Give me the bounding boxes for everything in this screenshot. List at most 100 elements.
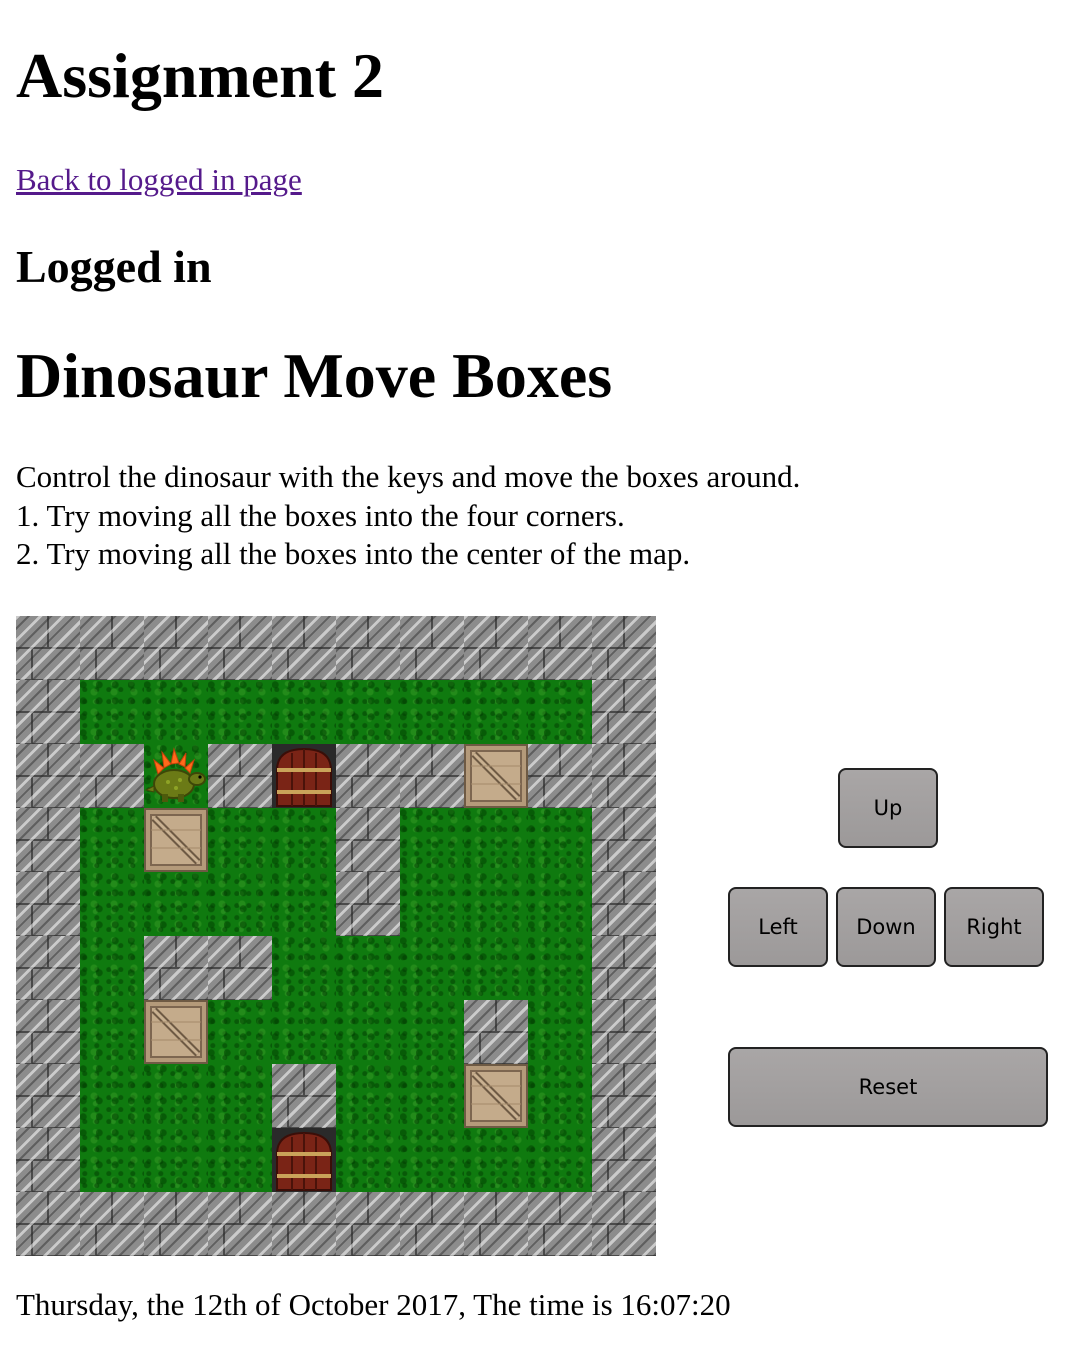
back-to-logged-in-link[interactable]: Back to logged in page — [16, 162, 302, 198]
grass-tile — [80, 1000, 144, 1064]
wall-tile — [144, 1192, 208, 1256]
wall-tile — [80, 616, 144, 680]
grass-tile — [336, 1064, 400, 1128]
grass-tile — [400, 1064, 464, 1128]
grass-tile — [528, 872, 592, 936]
wall-tile — [208, 744, 272, 808]
up-button[interactable]: Up — [838, 768, 938, 848]
wall-tile — [336, 616, 400, 680]
grass-tile — [464, 1128, 528, 1192]
grass-tile — [464, 872, 528, 936]
grass-tile — [400, 808, 464, 872]
wall-tile — [464, 616, 528, 680]
grass-tile — [208, 680, 272, 744]
wooden-box — [144, 1000, 208, 1064]
wall-tile — [16, 1064, 80, 1128]
grass-tile — [208, 808, 272, 872]
grass-tile — [80, 936, 144, 1000]
instruction-line: Control the dinosaur with the keys and m… — [16, 459, 801, 494]
wall-tile — [464, 1000, 528, 1064]
game-board[interactable] — [16, 616, 656, 1256]
wall-tile — [592, 1000, 656, 1064]
grass-tile — [144, 680, 208, 744]
grass-tile — [208, 1064, 272, 1128]
wall-tile — [16, 872, 80, 936]
wall-tile — [16, 808, 80, 872]
wall-tile — [592, 808, 656, 872]
grass-tile — [336, 680, 400, 744]
grass-tile — [80, 680, 144, 744]
right-button[interactable]: Right — [944, 887, 1044, 967]
wall-tile — [80, 1192, 144, 1256]
down-button[interactable]: Down — [836, 887, 936, 967]
wall-tile — [144, 616, 208, 680]
wall-tile — [336, 808, 400, 872]
wall-tile — [592, 680, 656, 744]
wall-tile — [16, 616, 80, 680]
wooden-box — [464, 1064, 528, 1128]
wall-tile — [592, 872, 656, 936]
wall-tile — [16, 1128, 80, 1192]
wall-tile — [464, 1192, 528, 1256]
left-button[interactable]: Left — [728, 887, 828, 967]
wall-tile — [272, 616, 336, 680]
wooden-box — [144, 808, 208, 872]
wall-tile — [528, 1192, 592, 1256]
grass-tile — [272, 680, 336, 744]
grass-tile — [400, 680, 464, 744]
wall-tile — [16, 936, 80, 1000]
wall-tile — [400, 744, 464, 808]
wall-tile — [336, 1192, 400, 1256]
grass-tile — [464, 936, 528, 1000]
game-instructions: Control the dinosaur with the keys and m… — [16, 458, 800, 574]
grass-tile — [336, 936, 400, 1000]
wall-tile — [208, 1192, 272, 1256]
grass-tile — [528, 1000, 592, 1064]
grass-tile — [80, 872, 144, 936]
wall-tile — [592, 1064, 656, 1128]
wall-tile — [528, 744, 592, 808]
wall-tile — [16, 1000, 80, 1064]
grass-tile — [144, 872, 208, 936]
wall-tile — [16, 680, 80, 744]
wall-tile — [80, 744, 144, 808]
wall-tile — [208, 936, 272, 1000]
grass-tile — [336, 1000, 400, 1064]
wall-tile — [592, 1192, 656, 1256]
wall-tile — [336, 872, 400, 936]
grass-tile — [528, 1064, 592, 1128]
door-tile — [272, 744, 336, 808]
instruction-line: 1. Try moving all the boxes into the fou… — [16, 497, 625, 533]
wall-tile — [16, 1192, 80, 1256]
reset-button[interactable]: Reset — [728, 1047, 1048, 1127]
grass-tile — [272, 872, 336, 936]
grass-tile — [272, 936, 336, 1000]
wall-tile — [592, 936, 656, 1000]
grass-tile — [400, 1128, 464, 1192]
grass-tile — [80, 1128, 144, 1192]
grass-tile — [208, 1128, 272, 1192]
grass-tile — [272, 808, 336, 872]
wall-tile — [528, 616, 592, 680]
grass-tile — [400, 1000, 464, 1064]
grass-tile — [528, 680, 592, 744]
logged-in-heading: Logged in — [16, 241, 212, 292]
wall-tile — [592, 1128, 656, 1192]
wall-tile — [592, 616, 656, 680]
grass-tile — [144, 1128, 208, 1192]
wall-tile — [592, 744, 656, 808]
grass-tile — [400, 872, 464, 936]
date-time-text: Thursday, the 12th of October 2017, The … — [16, 1287, 731, 1322]
instruction-line: 2. Try moving all the boxes into the cen… — [16, 536, 691, 571]
wall-tile — [336, 744, 400, 808]
wall-tile — [208, 616, 272, 680]
grass-tile — [336, 1128, 400, 1192]
dinosaur-player — [144, 744, 208, 808]
wall-tile — [272, 1192, 336, 1256]
grass-tile — [400, 936, 464, 1000]
grass-tile — [272, 1000, 336, 1064]
wooden-box — [464, 744, 528, 808]
wall-tile — [144, 936, 208, 1000]
page-title: Assignment 2 — [16, 40, 385, 111]
grass-tile — [144, 1064, 208, 1128]
